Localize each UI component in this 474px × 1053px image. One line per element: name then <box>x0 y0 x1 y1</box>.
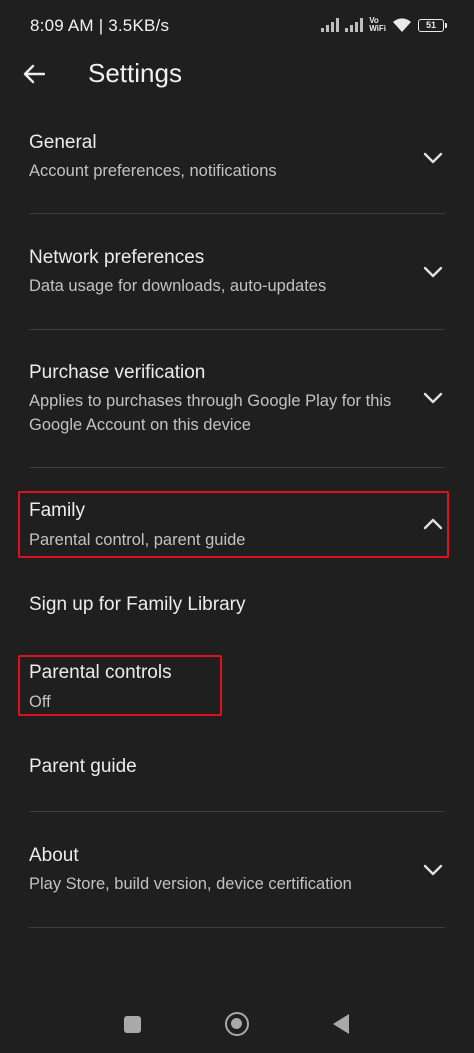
divider <box>29 467 445 468</box>
page-title: Settings <box>88 58 182 88</box>
settings-item-parent-guide[interactable]: Parent guide <box>0 742 474 794</box>
divider <box>29 811 445 812</box>
about-subtitle: Play Store, build version, device certif… <box>29 875 352 893</box>
volte-indicator: Vo WiFi <box>369 17 386 33</box>
settings-item-family-library[interactable]: Sign up for Family Library <box>0 580 474 632</box>
about-title: About <box>29 845 79 866</box>
back-button[interactable] <box>20 60 48 88</box>
recents-button[interactable] <box>124 1016 141 1033</box>
settings-item-network[interactable]: Network preferences Data usage for downl… <box>0 235 474 327</box>
family-highlight-box <box>18 491 449 558</box>
parent-guide-label: Parent guide <box>29 756 137 777</box>
volte-bottom: WiFi <box>369 24 386 33</box>
status-bar: 8:09 AM | 3.5KB/s Vo WiFi 51 <box>0 0 474 50</box>
purchase-subtitle-line1: Applies to purchases through Google Play… <box>29 392 392 410</box>
signal-icon-2 <box>345 18 364 32</box>
nav-back-button[interactable] <box>333 1014 349 1034</box>
signal-icon <box>321 18 340 32</box>
battery-icon: 51 <box>418 18 447 32</box>
arrow-back-icon <box>23 64 45 84</box>
divider <box>29 329 445 330</box>
system-nav-bar <box>0 1000 474 1053</box>
divider <box>29 927 445 928</box>
general-subtitle: Account preferences, notifications <box>29 162 277 180</box>
network-title: Network preferences <box>29 247 205 268</box>
chevron-down-icon <box>423 392 443 404</box>
settings-item-purchase-verification[interactable]: Purchase verification Applies to purchas… <box>0 350 474 465</box>
status-time: 8:09 AM | 3.5KB/s <box>30 16 170 35</box>
parental-controls-highlight-box <box>18 655 222 716</box>
chevron-down-icon <box>423 864 443 876</box>
home-button[interactable] <box>225 1012 249 1036</box>
family-library-label: Sign up for Family Library <box>29 594 246 615</box>
general-title: General <box>29 132 97 153</box>
settings-item-about[interactable]: About Play Store, build version, device … <box>0 833 474 925</box>
network-subtitle: Data usage for downloads, auto-updates <box>29 277 327 295</box>
battery-level: 51 <box>425 20 436 30</box>
app-bar: Settings <box>0 50 474 100</box>
divider <box>29 213 445 214</box>
chevron-down-icon <box>423 152 443 164</box>
settings-item-general[interactable]: General Account preferences, notificatio… <box>0 120 474 212</box>
status-icons: Vo WiFi 51 <box>321 14 447 36</box>
wifi-icon <box>393 18 411 32</box>
purchase-subtitle-line2: Google Account on this device <box>29 416 251 434</box>
chevron-down-icon <box>423 266 443 278</box>
purchase-title: Purchase verification <box>29 362 206 383</box>
